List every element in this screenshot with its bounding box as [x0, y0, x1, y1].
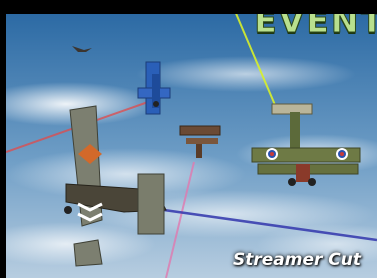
game-viewport: EVENT Streamer Cut	[6, 14, 377, 278]
event-title: EVENT	[254, 14, 377, 41]
screenshot-frame: EVENT Streamer Cut	[0, 0, 377, 278]
caption-label: Streamer Cut	[232, 250, 361, 270]
sky-scene	[6, 14, 377, 278]
